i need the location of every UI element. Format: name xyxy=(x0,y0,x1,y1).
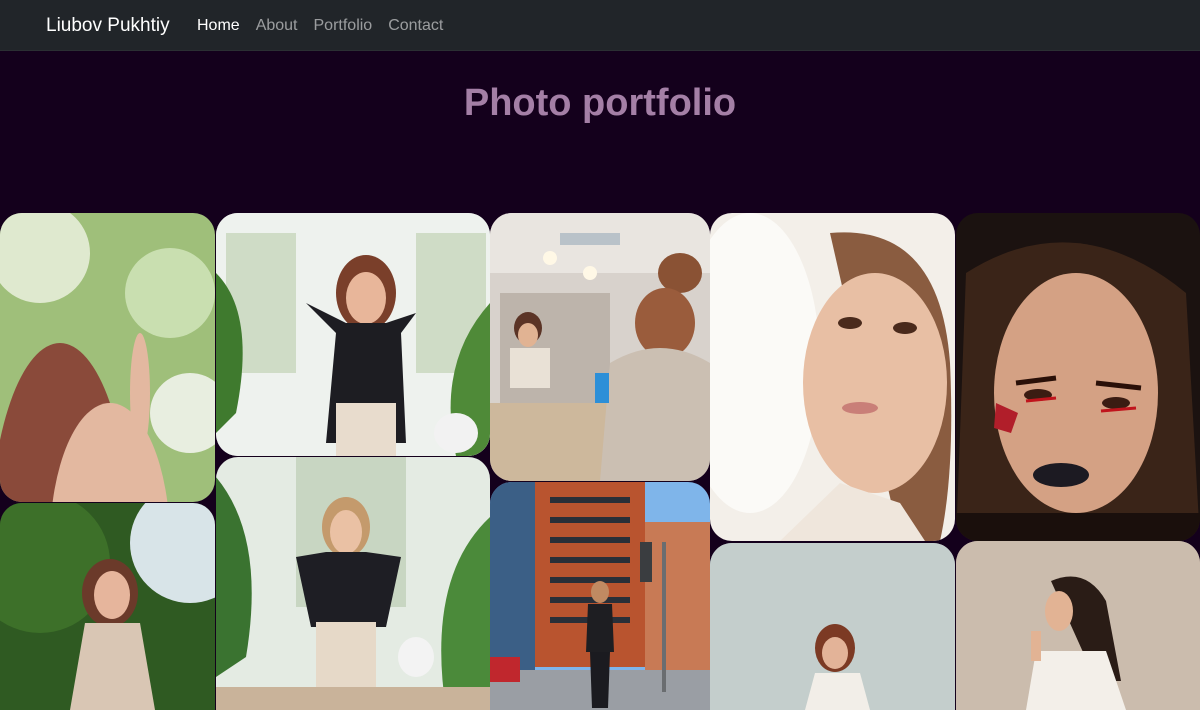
gallery-photo[interactable] xyxy=(956,213,1200,541)
photo-gallery xyxy=(0,0,1200,710)
gallery-photo[interactable] xyxy=(956,541,1200,710)
gallery-photo[interactable] xyxy=(710,543,955,710)
gallery-photo[interactable] xyxy=(490,482,710,710)
gallery-photo[interactable] xyxy=(0,503,215,710)
gallery-photo[interactable] xyxy=(0,213,215,502)
gallery-photo[interactable] xyxy=(216,213,490,456)
gallery-photo[interactable] xyxy=(490,213,710,481)
gallery-photo[interactable] xyxy=(216,457,490,710)
gallery-photo[interactable] xyxy=(710,213,955,541)
